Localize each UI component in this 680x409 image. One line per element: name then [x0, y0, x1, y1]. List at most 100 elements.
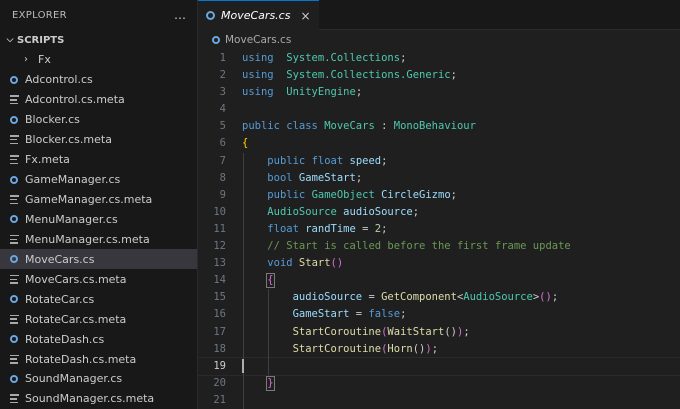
- file-label: MoveCars.cs: [25, 252, 95, 266]
- file-item[interactable]: SoundManager.cs.meta: [0, 389, 197, 409]
- code-token: ;: [355, 86, 363, 99]
- code-token: ;: [463, 325, 470, 338]
- file-item[interactable]: MenuManager.cs: [0, 210, 197, 230]
- file-item[interactable]: RotateDash.cs: [0, 329, 197, 349]
- code-line[interactable]: 18 StartCoroutine(Horn());: [198, 341, 680, 358]
- tab-label: MoveCars.cs: [221, 9, 291, 22]
- file-label: RotateCar.cs.meta: [25, 312, 127, 326]
- code-token: float: [311, 154, 344, 167]
- tab-movecars[interactable]: MoveCars.cs ×: [198, 0, 319, 30]
- meta-file-icon: [8, 353, 20, 365]
- code-line[interactable]: 13 void Start(): [198, 255, 680, 272]
- chevron-right-icon: ›: [24, 54, 28, 66]
- text-cursor: [242, 359, 244, 374]
- code-line[interactable]: 2 using System.Collections.Generic;: [198, 67, 680, 84]
- file-label: MoveCars.cs.meta: [25, 272, 127, 286]
- file-item[interactable]: Adcontrol.cs: [0, 70, 197, 90]
- file-label: MenuManager.cs.meta: [25, 232, 150, 246]
- file-label: Fx.meta: [25, 153, 70, 167]
- code-token: public: [267, 188, 306, 201]
- meta-file-icon: [8, 194, 20, 206]
- code-line[interactable]: 11 float randTime = 2;: [198, 221, 680, 238]
- code-token: =: [349, 308, 369, 321]
- code-line[interactable]: 7 public float speed;: [198, 153, 680, 170]
- code-token: using: [242, 86, 274, 99]
- code-token: GameStart: [298, 171, 356, 184]
- code-line[interactable]: 5 public class MoveCars : MonoBehaviour: [198, 118, 680, 135]
- code-line[interactable]: 19: [197, 356, 680, 376]
- code-line[interactable]: 17 StartCoroutine(WaitStart());: [198, 324, 680, 341]
- section-header-scripts[interactable]: ⌵ SCRIPTS: [0, 30, 197, 50]
- code-token: WaitStart: [387, 325, 445, 338]
- line-number: 9: [219, 188, 226, 201]
- file-item[interactable]: RotateDash.cs.meta: [0, 349, 197, 369]
- meta-file-icon: [8, 393, 20, 405]
- code-text: using System.Collections;: [242, 50, 406, 67]
- explorer-header: EXPLORER …: [0, 0, 197, 30]
- explorer-title: EXPLORER: [12, 9, 67, 21]
- file-item[interactable]: Blocker.cs.meta: [0, 130, 197, 150]
- explorer-sidebar: EXPLORER … ⌵ SCRIPTS › Fx Adcontrol.cs Ad…: [0, 0, 198, 409]
- code-token: ;: [431, 342, 439, 355]
- meta-file-icon: [8, 94, 20, 106]
- line-number: 8: [219, 171, 226, 184]
- bracket-match-box: [266, 375, 275, 391]
- code-token: speed: [349, 154, 382, 167]
- code-line[interactable]: 1 using System.Collections;: [198, 50, 680, 67]
- code-token: (): [539, 291, 552, 304]
- code-token: (): [444, 325, 457, 338]
- code-line[interactable]: 6{: [198, 135, 680, 152]
- file-item[interactable]: Fx.meta: [0, 150, 197, 170]
- code-line[interactable]: 21: [198, 392, 680, 409]
- line-number: 1: [219, 52, 226, 64]
- folder-label: Fx: [38, 53, 51, 67]
- line-number: 20: [213, 376, 226, 389]
- code-text: void Start(): [242, 255, 343, 272]
- line-number: 13: [213, 257, 226, 270]
- code-text: using UnityEngine;: [242, 84, 362, 101]
- code-editor[interactable]: 1 using System.Collections; 2 using System.…: [197, 50, 680, 409]
- code-line[interactable]: 8 bool GameStart;: [198, 170, 680, 187]
- file-item[interactable]: RotateCar.cs.meta: [0, 309, 197, 329]
- code-line[interactable]: 12 // Start is called before the first f…: [198, 238, 680, 255]
- close-icon[interactable]: ×: [300, 9, 310, 23]
- code-token: audioSource: [343, 205, 413, 218]
- code-token: GetComponent: [381, 291, 457, 304]
- folder-item-fx[interactable]: › Fx: [0, 50, 197, 70]
- breadcrumb[interactable]: MoveCars.cs: [198, 30, 680, 50]
- file-list: Adcontrol.cs Adcontrol.cs.meta Blocker.cs B…: [0, 70, 197, 409]
- code-text: AudioSource audioSource;: [242, 204, 419, 221]
- file-item[interactable]: MoveCars.cs: [0, 249, 197, 270]
- file-label: GameManager.cs.meta: [25, 193, 153, 207]
- file-item[interactable]: GameManager.cs: [0, 170, 197, 190]
- code-token: AudioSource: [267, 205, 337, 218]
- code-line[interactable]: 16 GameStart = false;: [198, 306, 680, 323]
- file-item[interactable]: MenuManager.cs.meta: [0, 229, 197, 249]
- code-line[interactable]: 3 using UnityEngine;: [198, 84, 680, 101]
- file-item[interactable]: SoundManager.cs: [0, 369, 197, 389]
- file-item[interactable]: Blocker.cs: [0, 110, 197, 130]
- file-item[interactable]: MoveCars.cs.meta: [0, 269, 197, 289]
- csharp-icon: [8, 114, 20, 126]
- meta-file-icon: [8, 154, 20, 166]
- line-number: 2: [219, 69, 226, 82]
- file-item[interactable]: Adcontrol.cs.meta: [0, 90, 197, 110]
- code-line[interactable]: 9 public GameObject CircleGizmo;: [198, 187, 680, 204]
- code-token: ;: [381, 222, 388, 235]
- code-line[interactable]: 10 AudioSource audioSource;: [198, 204, 680, 221]
- code-token: ;: [551, 291, 559, 304]
- file-item[interactable]: RotateCar.cs: [0, 289, 197, 309]
- code-line[interactable]: 15 audioSource = GetComponent<AudioSourc…: [198, 289, 680, 306]
- line-number: 10: [213, 205, 226, 218]
- code-text: GameStart = false;: [242, 306, 407, 323]
- code-line[interactable]: 4: [198, 101, 680, 118]
- more-actions-icon[interactable]: …: [174, 8, 187, 22]
- tab-bar: MoveCars.cs ×: [198, 0, 680, 30]
- csharp-icon: [8, 253, 20, 265]
- code-token: GameObject: [311, 188, 375, 201]
- file-item[interactable]: GameManager.cs.meta: [0, 190, 197, 210]
